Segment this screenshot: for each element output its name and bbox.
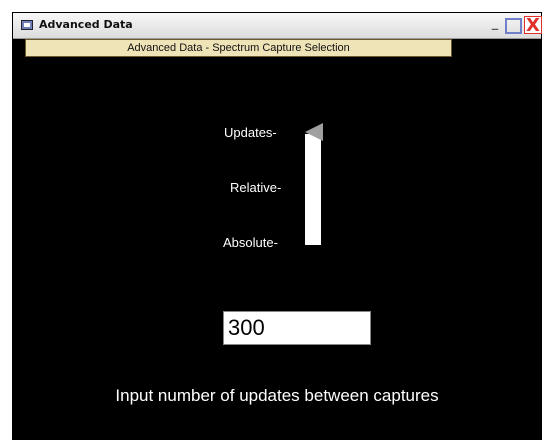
slider-thumb[interactable] — [305, 123, 323, 141]
slider-label-updates[interactable]: Updates- — [224, 125, 277, 140]
instruction-text: Input number of updates between captures — [115, 386, 439, 405]
minimize-button[interactable]: _ — [486, 16, 504, 34]
title-bar[interactable]: Advanced Data _ X — [13, 13, 542, 39]
app-icon — [21, 20, 33, 30]
slider-track[interactable] — [305, 134, 321, 245]
advanced-data-window: Advanced Data _ X Advanced Data - Spectr… — [12, 12, 542, 440]
page-subtitle: Advanced Data - Spectrum Capture Selecti… — [25, 39, 452, 57]
close-button[interactable]: X — [524, 16, 542, 35]
maximize-button[interactable] — [505, 18, 522, 34]
updates-count-input[interactable] — [223, 311, 371, 345]
slider-label-absolute[interactable]: Absolute- — [223, 235, 278, 250]
window-title: Advanced Data — [39, 18, 133, 31]
slider-label-relative[interactable]: Relative- — [230, 180, 281, 195]
